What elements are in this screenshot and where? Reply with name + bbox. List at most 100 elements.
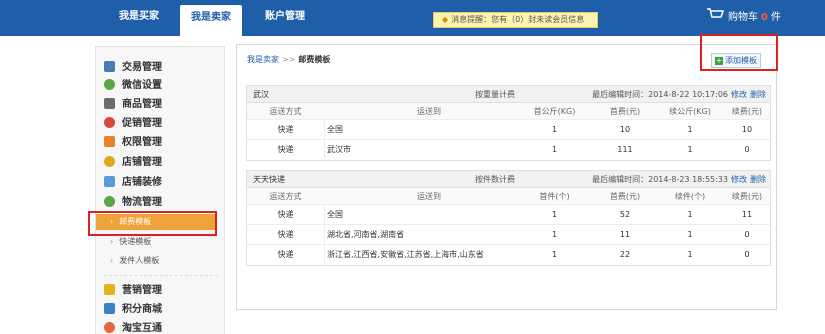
highlight-box-add-template — [700, 34, 778, 71]
breadcrumb-current: 邮费模板 — [298, 55, 331, 64]
column-header: 运送到 — [417, 107, 441, 116]
table-row: 快递 武汉市 1 111 1 0 — [247, 140, 770, 160]
table-cell: 1 — [551, 145, 558, 154]
sidebar-item-marketing[interactable]: 营销管理 — [104, 282, 162, 300]
top-nav-bar: 我是买家 我是卖家 账户管理 ◆ 消息提醒：您有（0）封未读会员信息 购物车 0 件 — [0, 0, 825, 36]
table-cell: 0 — [744, 145, 750, 154]
sidebar-item-taobao[interactable]: 淘宝互通 — [104, 320, 162, 334]
table-cell: 1 — [551, 230, 558, 239]
column-header: 首费(元) — [609, 107, 641, 116]
column-header: 首费(元) — [609, 192, 641, 201]
cart-label: 购物车 — [728, 12, 758, 23]
highlight-box-postage-template — [88, 211, 217, 236]
table-row: 快递 浙江省,江西省,安徽省,江苏省,上海市,山东省 1 22 1 0 — [247, 245, 770, 265]
template-name: 天天快递 — [253, 175, 285, 184]
column-header: 续费(元) — [731, 107, 763, 116]
table-cell: 快递 — [277, 210, 294, 219]
delete-link[interactable]: 删除 — [750, 90, 766, 99]
breadcrumb-separator: >> — [282, 55, 296, 64]
template-meta: 最后编辑时间：2014-8-22 10:17:06 修改 删除 — [592, 86, 766, 103]
table-cell: 1 — [687, 210, 693, 219]
table-cell: 0 — [744, 250, 750, 259]
template-edited-time: 最后编辑时间：2014-8-22 10:17:06 — [592, 90, 728, 99]
table-row: 快递 湖北省,河南省,湖南省 1 11 1 0 — [247, 225, 770, 245]
table-cell: 全国 — [324, 205, 534, 224]
table-cell: 1 — [687, 230, 693, 239]
chevron-right-icon: › — [110, 256, 114, 265]
tab-seller[interactable]: 我是卖家 — [180, 5, 242, 36]
template-meta: 最后编辑时间：2014-8-23 18:55:33 修改 删除 — [592, 171, 766, 188]
table-cell: 1 — [687, 145, 693, 154]
star-icon — [104, 284, 115, 295]
sidebar-item-logistics[interactable]: 物流管理 — [104, 194, 162, 212]
edit-link[interactable]: 修改 — [731, 175, 747, 184]
breadcrumb-root[interactable]: 我是卖家 — [247, 55, 279, 64]
column-header: 续件(个) — [674, 192, 706, 201]
tab-account[interactable]: 账户管理 — [255, 0, 315, 36]
template-card-wuhan: 武汉 按重量计费 最后编辑时间：2014-8-22 10:17:06 修改 删除 运… — [246, 85, 771, 161]
breadcrumb: 我是卖家 >> 邮费模板 — [247, 54, 330, 65]
table-cell: 52 — [619, 210, 631, 219]
message-notice[interactable]: ◆ 消息提醒：您有（0）封未读会员信息 — [433, 12, 598, 28]
table-cell: 湖北省,河南省,湖南省 — [324, 225, 534, 244]
template-header: 武汉 按重量计费 最后编辑时间：2014-8-22 10:17:06 修改 删除 — [247, 86, 770, 103]
column-header: 运送方式 — [269, 192, 302, 201]
submenu-express-template[interactable]: › 快递模板 — [110, 234, 151, 250]
table-cell: 1 — [551, 210, 558, 219]
column-header: 运送到 — [417, 192, 441, 201]
sidebar-item-label: 微信设置 — [122, 80, 162, 91]
sidebar-item-decor[interactable]: 店铺装修 — [104, 174, 162, 192]
table-cell: 10 — [741, 125, 753, 134]
sidebar-item-label: 交易管理 — [122, 62, 162, 73]
column-header: 续公斤(KG) — [669, 107, 711, 116]
tab-buyer[interactable]: 我是买家 — [110, 0, 168, 36]
table-cell: 22 — [619, 250, 631, 259]
sidebar-item-label: 物流管理 — [122, 197, 162, 208]
edit-link[interactable]: 修改 — [731, 90, 747, 99]
column-header: 运送方式 — [269, 107, 302, 116]
sidebar-item-store[interactable]: 店铺管理 — [104, 154, 162, 172]
cart-unit: 件 — [770, 12, 781, 23]
template-edited-time: 最后编辑时间：2014-8-23 18:55:33 — [592, 175, 728, 184]
sidebar-item-label: 促销管理 — [122, 118, 162, 129]
sidebar-item-permission[interactable]: 权限管理 — [104, 134, 162, 152]
sidebar-item-wechat[interactable]: 微信设置 — [104, 77, 162, 95]
submenu-label: 发件人模板 — [119, 256, 160, 265]
notice-suffix: ）封未读会员信息 — [520, 15, 585, 24]
store-icon — [104, 156, 115, 167]
sidebar-item-label: 积分商城 — [122, 304, 162, 315]
main-panel: 我是卖家 >> 邮费模板 + 添加模板 武汉 按重量计费 最后编辑时间：2014-8-… — [236, 44, 777, 310]
table-cell: 0 — [744, 230, 750, 239]
submenu-sender-template[interactable]: › 发件人模板 — [110, 253, 159, 269]
sidebar-item-label: 商品管理 — [122, 99, 162, 110]
cart-link[interactable]: 购物车 0 件 — [706, 8, 781, 28]
table-header-row: 运送方式 运送到 首件(个) 首费(元) 续件(个) 续费(元) — [247, 188, 770, 205]
table-cell: 全国 — [324, 120, 534, 139]
delete-link[interactable]: 删除 — [750, 175, 766, 184]
logistics-icon — [104, 196, 115, 207]
table-cell: 10 — [619, 125, 631, 134]
table-cell: 1 — [687, 125, 693, 134]
permission-icon — [104, 136, 115, 147]
table-cell: 1 — [551, 125, 558, 134]
column-header: 首件(个) — [539, 192, 570, 201]
table-cell: 快递 — [277, 230, 294, 239]
table-cell: 快递 — [277, 125, 294, 134]
table-cell: 1 — [687, 250, 693, 259]
sidebar-item-trade[interactable]: 交易管理 — [104, 59, 162, 77]
table-cell: 浙江省,江西省,安徽省,江苏省,上海市,山东省 — [324, 245, 534, 265]
goods-icon — [104, 98, 115, 109]
sidebar: 交易管理 微信设置 商品管理 促销管理 权限管理 店铺管理 店铺装修 物流管理 … — [95, 46, 225, 334]
table-cell: 快递 — [277, 145, 294, 154]
submenu-label: 快递模板 — [119, 237, 152, 246]
sidebar-item-label: 店铺装修 — [122, 177, 162, 188]
notice-prefix: 消息提醒：您有（ — [451, 15, 516, 24]
table-cell: 11 — [619, 230, 631, 239]
sidebar-item-goods[interactable]: 商品管理 — [104, 96, 162, 114]
column-header: 续费(元) — [731, 192, 763, 201]
sidebar-item-promo[interactable]: 促销管理 — [104, 115, 162, 133]
chevron-right-icon: › — [110, 237, 114, 246]
sidebar-item-label: 淘宝互通 — [122, 323, 162, 334]
sidebar-item-points[interactable]: 积分商城 — [104, 301, 162, 319]
template-calc-type: 按重量计费 — [475, 90, 515, 99]
